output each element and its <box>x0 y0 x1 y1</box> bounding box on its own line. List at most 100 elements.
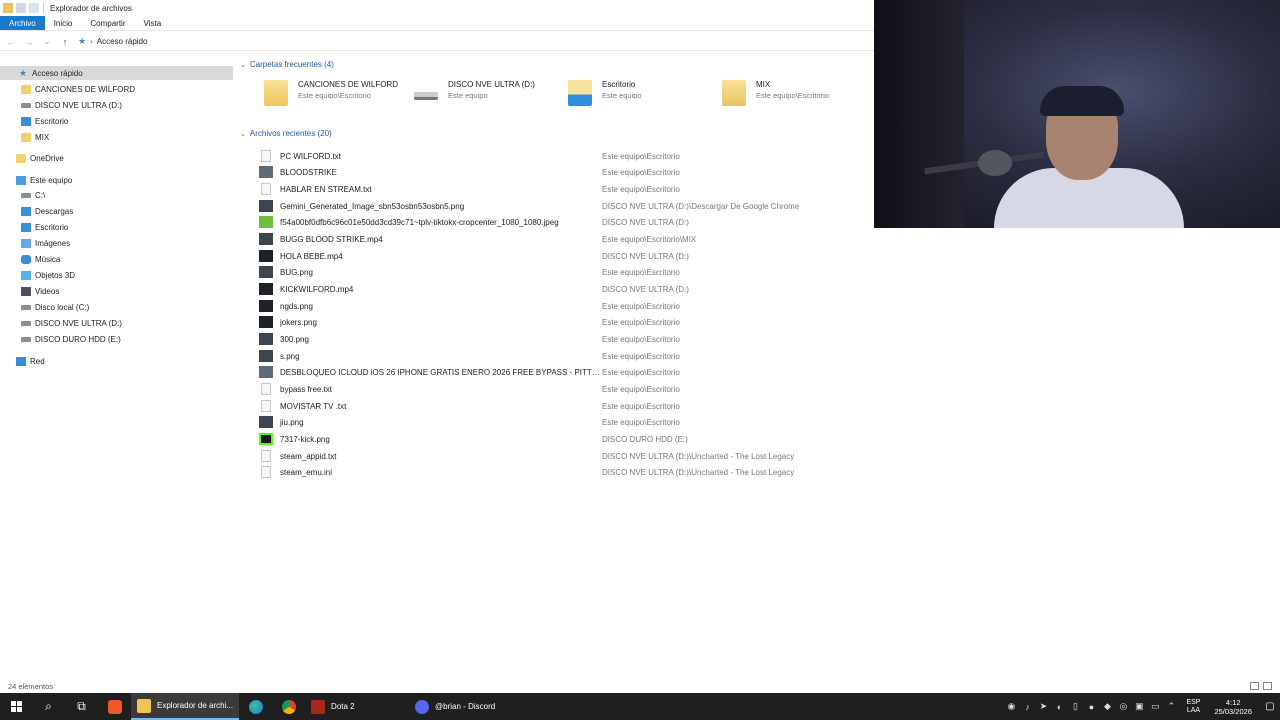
file-row[interactable]: BLOODSTRIKE Este equipo\Escritorio <box>256 164 856 180</box>
nav-item-c[interactable]: C:\ <box>21 188 45 202</box>
nav-item-imagenes[interactable]: Imágenes <box>21 236 70 250</box>
file-row[interactable]: jokers.png Este equipo\Escritorio <box>256 314 856 330</box>
nav-item-label: MIX <box>35 132 50 142</box>
file-row[interactable]: f54a00bf0dfb6c96c01e50dd3cd39c71~tplv-ti… <box>256 214 856 230</box>
file-name: Gemini_Generated_Image_sbn53osbn53osbn5.… <box>280 201 465 211</box>
file-row[interactable]: bypass free.txt Este equipo\Escritorio <box>256 381 856 397</box>
search-button[interactable]: ⌕ <box>32 693 65 720</box>
file-row[interactable]: HABLAR EN STREAM.txt Este equipo\Escritor… <box>256 181 856 197</box>
text-file-icon <box>261 150 271 162</box>
file-row[interactable]: jiu.png Este equipo\Escritorio <box>256 414 856 430</box>
taskbar-app-discord[interactable]: @brian - Discord <box>409 693 501 720</box>
clock[interactable]: 4:12 25/03/2026 <box>1214 698 1252 716</box>
brave-button[interactable] <box>98 693 131 720</box>
chrome-button[interactable] <box>272 693 305 720</box>
file-row[interactable]: ngds.png Este equipo\Escritorio <box>256 298 856 314</box>
forward-button[interactable]: → <box>22 35 36 49</box>
breadcrumb[interactable]: Acceso rápido <box>97 37 148 46</box>
chevron-right-icon[interactable]: › <box>90 37 93 46</box>
file-row[interactable]: HOLA BEBE.mp4 DISCO NVE ULTRA (D:) <box>256 248 856 264</box>
nav-item-acceso-rapido[interactable]: ★ Acceso rápido <box>0 66 233 80</box>
large-icons-view-icon[interactable] <box>1263 682 1272 690</box>
taskbar-app-dota[interactable]: Dota 2 <box>305 693 409 720</box>
file-row[interactable]: steam_emu.ini DISCO NVE ULTRA (D:)\Unchar… <box>256 464 856 480</box>
tab-archivo[interactable]: Archivo <box>0 16 45 30</box>
nav-item-label: Escritorio <box>35 222 69 232</box>
nav-item-escritorio-2[interactable]: Escritorio <box>21 220 68 234</box>
show-hidden-icon[interactable]: ⌃ <box>1164 693 1178 720</box>
file-row[interactable]: MOVISTAR TV .txt Este equipo\Escritorio <box>256 398 856 414</box>
file-row[interactable]: steam_appid.txt DISCO NVE ULTRA (D:)\Unch… <box>256 448 856 464</box>
brave-icon <box>107 699 122 714</box>
tab-inicio[interactable]: Inicio <box>45 16 82 30</box>
file-row[interactable]: 7317-kick.png DISCO DURO HDD (E:) <box>256 431 856 447</box>
nav-item-disco-e[interactable]: DISCO DURO HDD (E:) <box>21 332 121 346</box>
tile-name: Escritorio <box>602 80 636 89</box>
file-row[interactable]: KICKWILFORD.mp4 DISCO NVE ULTRA (D:) <box>256 281 856 297</box>
recent-files-header[interactable]: ⌄ Archivos recientes (20) <box>240 129 332 138</box>
file-row[interactable]: PC WILFORD.txt Este equipo\Escritorio <box>256 148 856 164</box>
app-tray-icon[interactable]: ◐ <box>1052 693 1066 720</box>
nvidia-icon[interactable]: ◆ <box>1100 693 1114 720</box>
usb-icon[interactable]: ▯ <box>1068 693 1082 720</box>
frequent-folder-tile[interactable]: CANCIONES DE WILFORD Este equipo\Escrito… <box>264 80 398 112</box>
volume-icon[interactable]: ♪ <box>1020 693 1034 720</box>
steam-icon[interactable]: ◎ <box>1116 693 1130 720</box>
frequent-folder-tile[interactable]: MIX Este equipo\Escritorio <box>722 80 829 112</box>
file-row[interactable]: 300.png Este equipo\Escritorio <box>256 331 856 347</box>
file-location: Este equipo\Escritorio <box>602 184 680 194</box>
tab-vista[interactable]: Vista <box>135 16 171 30</box>
edge-button[interactable] <box>239 693 272 720</box>
frequent-folder-tile[interactable]: DISCO NVE ULTRA (D:) Este equipo <box>414 80 535 112</box>
file-row[interactable]: BUG.png Este equipo\Escritorio <box>256 264 856 280</box>
nav-item-este-equipo[interactable]: Este equipo <box>16 173 72 187</box>
nav-item-label: DISCO NVE ULTRA (D:) <box>35 318 122 328</box>
taskbar-app-label: @brian - Discord <box>435 702 496 711</box>
up-button[interactable]: ↑ <box>58 35 72 49</box>
network-icon[interactable]: ▭ <box>1148 693 1162 720</box>
new-folder-icon[interactable] <box>29 3 39 13</box>
winrar-icon[interactable]: ▣ <box>1132 693 1146 720</box>
frequent-folder-tile[interactable]: Escritorio Este equipo <box>568 80 642 112</box>
nav-item-descargas[interactable]: Descargas <box>21 204 73 218</box>
nav-item-disco-local-c[interactable]: Disco local (C:) <box>21 300 89 314</box>
file-row[interactable]: DESBLOQUEO ICLOUD iOS 26 IPHONE GRATIS E… <box>256 364 856 380</box>
file-row[interactable]: Gemini_Generated_Image_sbn53osbn53osbn5.… <box>256 198 856 214</box>
recent-locations-button[interactable]: ⌄ <box>40 35 54 49</box>
navigation-pane: ★ Acceso rápido CANCIONES DE WILFORD DIS… <box>0 64 236 674</box>
file-row[interactable]: BUGG BLOOD STRIKE.mp4 Este equipo\Escrito… <box>256 231 856 247</box>
steam-tray-icon[interactable]: ◉ <box>1004 693 1018 720</box>
item-count: 24 elementos <box>8 682 54 691</box>
file-location: Este equipo\Escritorio <box>602 317 680 327</box>
notifications-icon[interactable]: ▢ <box>1260 693 1280 720</box>
nav-item-canciones[interactable]: CANCIONES DE WILFORD <box>21 82 135 96</box>
nav-item-disco-d[interactable]: DISCO NVE ULTRA (D:) <box>21 98 122 112</box>
properties-icon[interactable] <box>16 3 26 13</box>
nav-item-videos[interactable]: Videos <box>21 284 59 298</box>
file-location: Este equipo\Escritorio <box>602 384 680 394</box>
task-view-button[interactable]: ⧉ <box>65 693 98 720</box>
nav-item-escritorio[interactable]: Escritorio <box>21 114 68 128</box>
file-location: Este equipo\Escritorio <box>602 417 680 427</box>
nav-item-label: Imágenes <box>35 238 71 248</box>
start-button[interactable] <box>0 693 32 720</box>
shortcut-icon <box>259 166 273 178</box>
language-indicator[interactable]: ESP LAA <box>1186 699 1200 715</box>
nav-item-objetos-3d[interactable]: Objetos 3D <box>21 268 75 282</box>
nav-item-disco-nve-d[interactable]: DISCO NVE ULTRA (D:) <box>21 316 122 330</box>
nav-item-red[interactable]: Red <box>16 354 45 368</box>
frequent-folders-header[interactable]: ⌄ Carpetas frecuentes (4) <box>240 60 334 69</box>
drive-icon <box>414 92 438 100</box>
details-view-icon[interactable] <box>1250 682 1259 690</box>
microphone-icon[interactable]: ● <box>1084 693 1098 720</box>
file-row[interactable]: s.png Este equipo\Escritorio <box>256 348 856 364</box>
nav-item-label: Música <box>35 254 61 264</box>
telegram-icon[interactable]: ➤ <box>1036 693 1050 720</box>
nav-item-musica[interactable]: Música <box>21 252 60 266</box>
file-location: DISCO NVE ULTRA (D:) <box>602 251 689 261</box>
back-button[interactable]: ← <box>4 35 18 49</box>
nav-item-onedrive[interactable]: OneDrive <box>16 151 64 165</box>
taskbar-app-explorer[interactable]: Explorador de archi... <box>131 693 240 720</box>
tab-compartir[interactable]: Compartir <box>81 16 134 30</box>
nav-item-mix[interactable]: MIX <box>21 130 49 144</box>
